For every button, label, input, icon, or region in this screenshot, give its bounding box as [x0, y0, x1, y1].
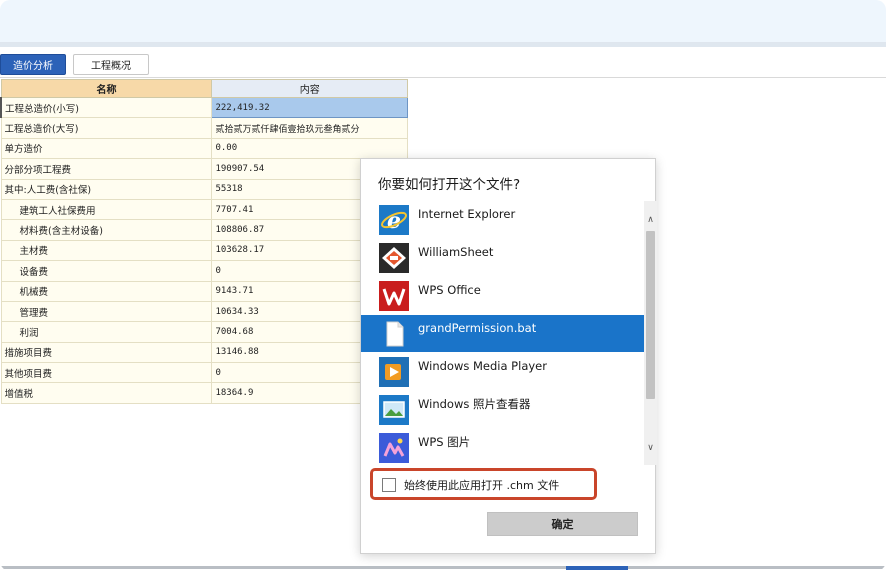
top-banner	[0, 0, 886, 47]
row-name-cell[interactable]: 建筑工人社保费用	[0, 198, 213, 221]
table-row[interactable]: 设备费 0	[0, 260, 408, 282]
app-label: WPS Office	[418, 282, 481, 297]
table-row[interactable]: 工程总造价(小写) 222,419.32	[0, 96, 408, 119]
always-use-checkbox[interactable]	[382, 478, 396, 492]
cost-table: 名称 内容 工程总造价(小写) 222,419.32 工程总造价(大写) 贰拾贰万贰仟…	[0, 79, 408, 404]
app-label: WilliamSheet	[418, 244, 494, 259]
table-row[interactable]: 其他项目费 0	[0, 362, 408, 384]
open-with-dialog: 你要如何打开这个文件? e Internet Explorer WilliamS…	[360, 158, 657, 554]
row-name-cell[interactable]: 其他项目费	[0, 362, 213, 384]
app-item-williamsheet[interactable]: WilliamSheet	[361, 239, 644, 276]
ok-button[interactable]: 确定	[487, 512, 638, 536]
tab-cost-analysis[interactable]: 造价分析	[0, 54, 66, 75]
table-row[interactable]: 建筑工人社保费用 7707.41	[0, 198, 408, 221]
row-name-cell[interactable]: 工程总造价(大写)	[0, 117, 213, 139]
app-list-scrollbar[interactable]: ∧ ∨	[644, 201, 657, 465]
app-label: grandPermission.bat	[418, 320, 537, 335]
app-list: e Internet Explorer WilliamSheet WPS Off…	[361, 201, 657, 465]
chevron-up-icon[interactable]: ∧	[644, 213, 657, 227]
row-name-cell[interactable]: 单方造价	[0, 137, 213, 160]
table-row[interactable]: 单方造价 0.00	[0, 137, 408, 160]
app-window: 造价分析 工程概况 名称 内容 工程总造价(小写) 222,419.32 工程总造价…	[0, 0, 886, 571]
wps-office-icon	[379, 280, 409, 311]
row-value-cell[interactable]: 0.00	[211, 137, 408, 160]
chevron-down-icon[interactable]: ∨	[644, 441, 657, 455]
banner-strip	[0, 43, 886, 47]
table-row[interactable]: 机械费 9143.71	[0, 280, 408, 302]
row-value-cell[interactable]: 222,419.32	[211, 96, 408, 119]
app-label: Windows Media Player	[418, 358, 547, 373]
internet-explorer-icon: e	[379, 204, 409, 235]
table-row[interactable]: 材料费(含主材设备) 108806.87	[0, 219, 408, 241]
dialog-title: 你要如何打开这个文件?	[378, 177, 521, 193]
row-name-cell[interactable]: 机械费	[0, 280, 213, 302]
row-name-cell[interactable]: 主材费	[0, 239, 213, 262]
table-row[interactable]: 利润 7004.68	[0, 321, 408, 343]
file-icon	[379, 319, 409, 349]
table-row[interactable]: 措施项目费 13146.88	[0, 341, 408, 364]
app-item-windows-media-player[interactable]: Windows Media Player	[361, 353, 644, 390]
scrollbar-thumb[interactable]	[646, 231, 655, 399]
app-label: WPS 图片	[418, 434, 471, 449]
row-value-cell[interactable]: 贰拾贰万贰仟肆佰壹拾玖元叁角贰分	[211, 117, 408, 139]
row-name-cell[interactable]: 分部分项工程费	[0, 158, 213, 180]
table-row[interactable]: 管理费 10634.33	[0, 300, 408, 323]
row-name-cell[interactable]: 其中:人工费(含社保)	[0, 178, 213, 200]
app-item-windows-photo-viewer[interactable]: Windows 照片查看器	[361, 391, 644, 428]
williamsheet-icon	[379, 242, 409, 273]
table-header-row: 名称 内容	[0, 79, 408, 98]
table-row[interactable]: 分部分项工程费 190907.54	[0, 158, 408, 180]
table-row[interactable]: 主材费 103628.17	[0, 239, 408, 262]
table-row[interactable]: 工程总造价(大写) 贰拾贰万贰仟肆佰壹拾玖元叁角贰分	[0, 117, 408, 139]
photo-viewer-icon	[379, 394, 409, 425]
svg-text:e: e	[387, 208, 401, 234]
app-label: Windows 照片查看器	[418, 396, 531, 411]
row-name-cell[interactable]: 工程总造价(小写)	[0, 96, 213, 119]
table-row[interactable]: 其中:人工费(含社保) 55318	[0, 178, 408, 200]
column-header-name: 名称	[0, 79, 213, 98]
app-label: Internet Explorer	[418, 206, 516, 221]
always-use-label: 始终使用此应用打开 .chm 文件	[404, 479, 560, 492]
app-item-internet-explorer[interactable]: e Internet Explorer	[361, 201, 644, 238]
tab-project-overview[interactable]: 工程概况	[73, 54, 149, 75]
row-name-cell[interactable]: 材料费(含主材设备)	[0, 219, 213, 241]
row-name-cell[interactable]: 利润	[0, 321, 213, 343]
wps-picture-icon	[379, 432, 409, 463]
row-name-cell[interactable]: 增值税	[0, 382, 213, 404]
column-header-content: 内容	[211, 79, 408, 98]
tab-bar: 造价分析 工程概况	[0, 51, 886, 78]
media-player-icon	[379, 356, 409, 387]
always-use-highlight: 始终使用此应用打开 .chm 文件	[370, 468, 597, 500]
row-name-cell[interactable]: 措施项目费	[0, 341, 213, 364]
row-name-cell[interactable]: 管理费	[0, 300, 213, 323]
table-row[interactable]: 增值税 18364.9	[0, 382, 408, 404]
row-name-cell[interactable]: 设备费	[0, 260, 213, 282]
app-item-wps-office[interactable]: WPS Office	[361, 277, 644, 314]
bottom-scroll-thumb[interactable]	[566, 566, 628, 570]
app-item-grandpermission-bat[interactable]: grandPermission.bat	[361, 315, 644, 352]
bottom-scroll-track	[0, 566, 886, 569]
app-item-wps-picture[interactable]: WPS 图片	[361, 429, 644, 465]
